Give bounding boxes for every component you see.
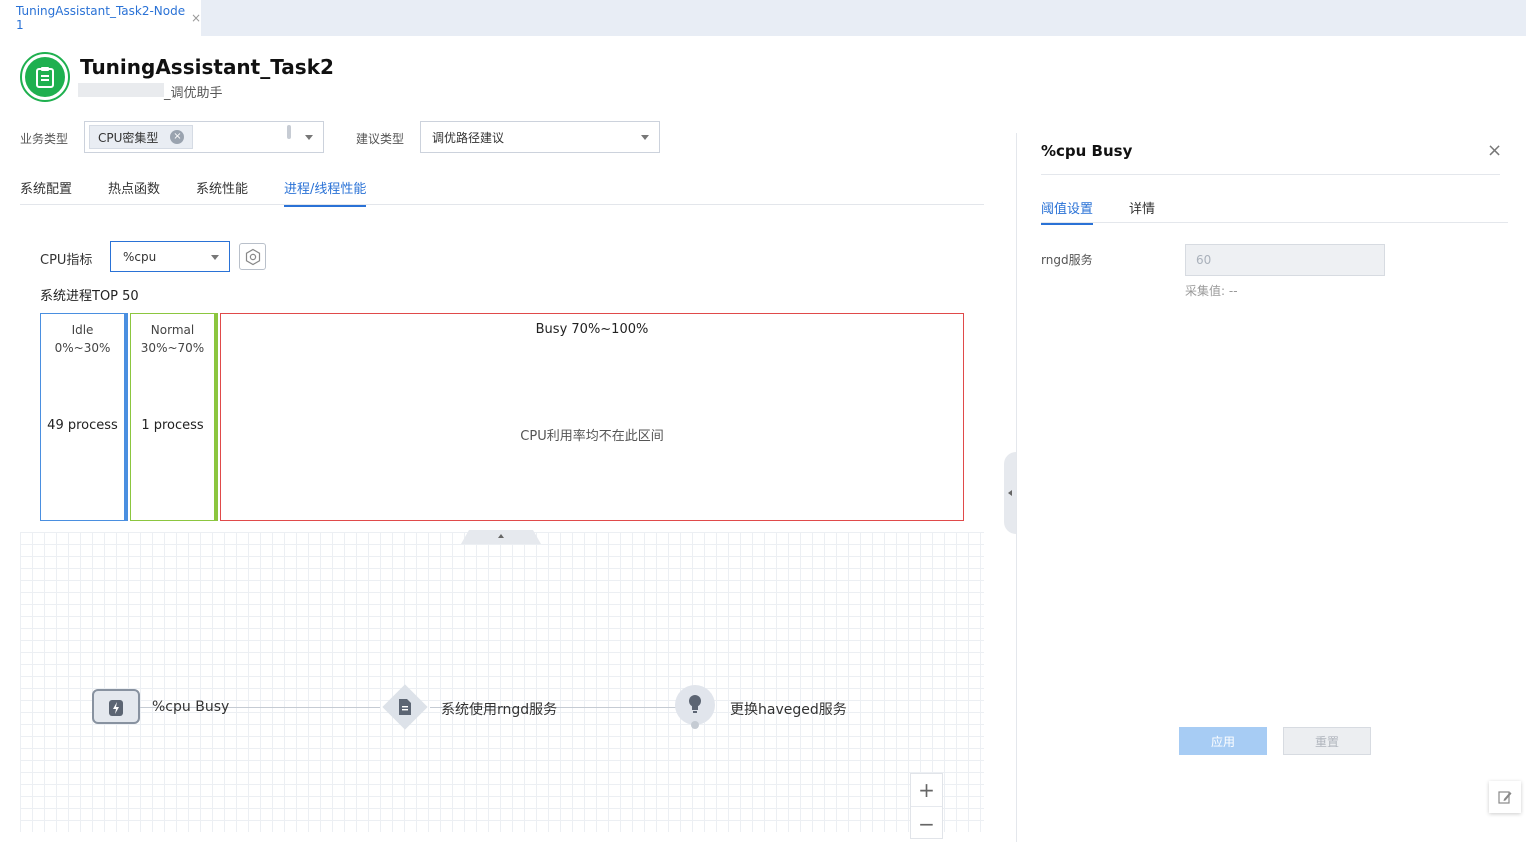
redacted-text: [78, 83, 164, 97]
tab-hot-functions[interactable]: 热点函数: [108, 178, 160, 205]
tab-strip: TuningAssistant_Task2-Node 1 ×: [0, 0, 1526, 36]
select-scrollbar: [287, 125, 291, 139]
tab-system-config[interactable]: 系统配置: [20, 178, 72, 205]
suggestion-type-label: 建议类型: [356, 132, 405, 146]
flow-node-2-label: 系统使用rngd服务: [441, 702, 558, 718]
panel-tabs-divider: [1041, 222, 1508, 223]
chevron-down-icon: [641, 135, 649, 140]
flow-node-cpu-busy[interactable]: [92, 689, 140, 724]
bucket-idle[interactable]: Idle 0%~30% 49 process: [40, 313, 128, 521]
tab-threshold-settings[interactable]: 阈值设置: [1041, 198, 1094, 225]
cpu-metric-label: CPU指标: [40, 253, 93, 268]
suggestion-type-value: 调优路径建议: [432, 130, 505, 145]
alert-battery-icon: [109, 699, 123, 716]
suggestion-type-select[interactable]: 调优路径建议: [420, 121, 660, 153]
rngd-field-label: rngd服务: [1041, 253, 1093, 267]
tab-details[interactable]: 详情: [1129, 198, 1155, 223]
business-type-select[interactable]: CPU密集型 ×: [84, 121, 324, 153]
cpu-metric-select[interactable]: %cpu: [110, 241, 230, 272]
tabs-divider: [20, 204, 984, 205]
chevron-up-icon: [498, 534, 504, 538]
zoom-out-button[interactable]: −: [911, 807, 942, 840]
page-title: TuningAssistant_Task2: [80, 55, 334, 79]
lightbulb-icon: [689, 695, 701, 713]
bucket-busy-message: CPU利用率均不在此区间: [520, 429, 664, 444]
page-subtitle: _调优助手: [164, 86, 223, 101]
chevron-down-icon: [305, 135, 313, 140]
business-type-chip: CPU密集型 ×: [89, 125, 194, 149]
bucket-idle-count: 49 process: [47, 418, 118, 433]
document-icon: [399, 699, 411, 715]
clipboard-icon: [25, 57, 65, 97]
tab-process-thread-performance[interactable]: 进程/线程性能: [284, 178, 367, 207]
flow-canvas[interactable]: [20, 532, 984, 832]
bucket-idle-range: 0%~30%: [54, 341, 111, 355]
business-type-label: 业务类型: [20, 132, 69, 146]
flow-node-3-label: 更换haveged服务: [730, 702, 847, 718]
top-processes-label: 系统进程TOP 50: [40, 289, 139, 304]
panel-divider: [1041, 174, 1500, 175]
gear-icon: [245, 248, 260, 265]
bucket-busy-name: Busy 70%~100%: [535, 322, 649, 337]
zoom-in-button[interactable]: +: [911, 774, 942, 807]
bucket-idle-name: Idle: [71, 323, 94, 337]
collapse-buckets-toggle[interactable]: [461, 530, 541, 544]
panel-divider: [1016, 133, 1017, 842]
settings-button[interactable]: [239, 243, 266, 270]
apply-button[interactable]: 应用: [1179, 727, 1267, 755]
zoom-controls: + −: [910, 773, 943, 839]
cpu-metric-value: %cpu: [123, 249, 157, 264]
edit-note-icon: [1498, 791, 1512, 804]
reset-button[interactable]: 重置: [1283, 727, 1371, 755]
bucket-busy[interactable]: Busy 70%~100% CPU利用率均不在此区间: [220, 313, 964, 521]
close-icon[interactable]: ×: [1487, 140, 1502, 161]
panel-collapse-handle[interactable]: [1004, 452, 1016, 534]
tab-label: TuningAssistant_Task2-Node 1: [16, 4, 186, 32]
flow-node-1-label: %cpu Busy: [152, 699, 230, 715]
bucket-normal[interactable]: Normal 30%~70% 1 process: [130, 313, 218, 521]
flow-node-rngd[interactable]: [382, 684, 428, 730]
rngd-threshold-input[interactable]: 60: [1185, 244, 1385, 276]
app-logo: [20, 52, 70, 102]
tab-system-performance[interactable]: 系统性能: [196, 178, 248, 205]
bucket-normal-range: 30%~70%: [140, 341, 205, 355]
flow-node-haveged[interactable]: [675, 685, 715, 725]
collected-value: 采集值: --: [1185, 284, 1238, 298]
feedback-button[interactable]: [1489, 781, 1521, 813]
bucket-normal-count: 1 process: [141, 418, 204, 433]
chevron-left-icon: [1008, 490, 1012, 496]
flow-end-dot: [691, 721, 699, 729]
chip-label: CPU密集型: [98, 130, 159, 145]
chip-remove-icon[interactable]: ×: [170, 130, 185, 144]
panel-title: %cpu Busy: [1041, 142, 1133, 160]
bucket-normal-name: Normal: [150, 323, 195, 337]
rngd-threshold-value: 60: [1196, 253, 1212, 267]
chevron-down-icon: [211, 255, 219, 260]
tab-task-node[interactable]: TuningAssistant_Task2-Node 1 ×: [0, 0, 201, 36]
tab-close-icon[interactable]: ×: [191, 11, 201, 25]
